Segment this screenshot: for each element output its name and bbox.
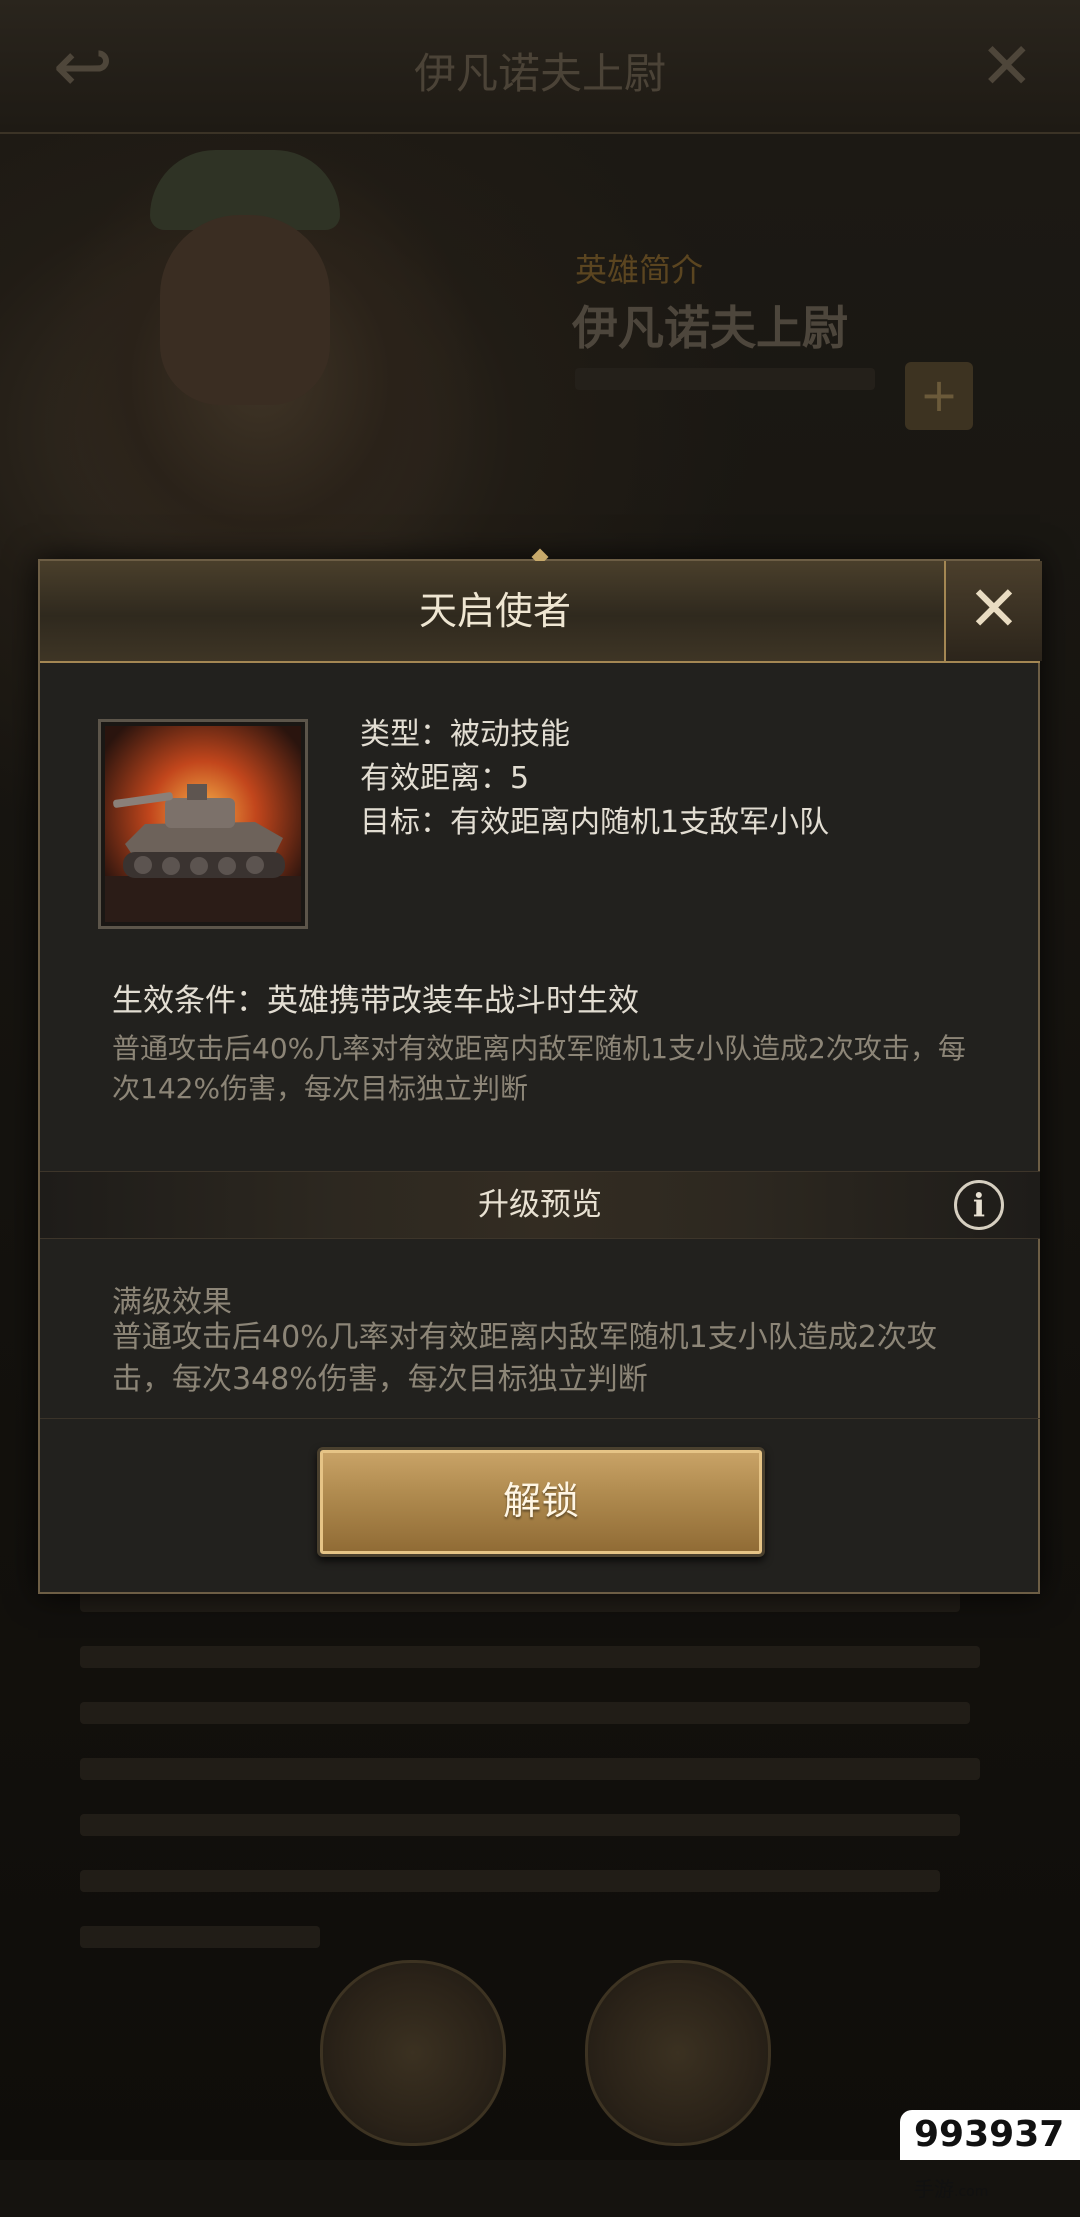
watermark-domain: .com [954,2184,989,2200]
close-icon[interactable]: ✕ [944,561,1042,661]
max-level-description: 普通攻击后40%几率对有效距离内敌军随机1支小队造成2次攻击，每次348%伤害，… [112,1320,937,1397]
skill-dialog: 天启使者 ✕ 类型：被动技能 有效距离：5 目标：有效距离内随机1支敌军小队 生… [38,548,1042,1594]
watermark-number: 993937 [914,2114,1065,2155]
skill-target: 目标：有效距离内随机1支敌军小队 [360,805,830,840]
background-close-icon: ✕ [980,30,1034,104]
skill-description: 普通攻击后40%几率对有效距离内敌军随机1支小队造成2次攻击，每次142%伤害，… [112,1032,966,1105]
background-title: 伊凡诺夫上尉 [413,49,666,98]
dialog-header: 天启使者 ✕ [40,561,1042,663]
back-icon: ↩ [52,24,114,108]
hero-name: 伊凡诺夫上尉 [572,301,848,355]
watermark-suffix: 手游 [914,2177,954,2201]
hero-head [160,215,330,405]
skill-type: 类型：被动技能 [360,717,570,752]
skill-icon-tank [98,719,308,929]
background-top-bar: ↩ 伊凡诺夫上尉 ✕ [0,0,1080,134]
background-vehicle-button [585,1960,771,2146]
skill-condition: 生效条件：英雄携带改装车战斗时生效 [112,983,639,1019]
watermark-logo: 993937 手游.com [900,2110,1080,2201]
hero-bio-blurred [80,1590,980,1982]
hero-intro-label: 英雄简介 [575,251,704,289]
upgrade-preview-bar: 升级预览 i [40,1171,1040,1239]
info-icon[interactable]: i [954,1180,1004,1230]
dialog-title: 天启使者 [418,589,571,633]
plus-icon: + [905,362,973,430]
max-level-label: 满级效果 [112,1285,232,1320]
skill-range: 有效距离：5 [360,761,530,796]
upgrade-preview-title: 升级预览 [478,1187,602,1223]
skill-info: 类型：被动技能 有效距离：5 目标：有效距离内随机1支敌军小队 [360,713,829,845]
unlock-button[interactable]: 解锁 [317,1447,765,1557]
hero-star-bar [575,368,875,390]
background-rank-button [320,1960,506,2146]
tank-image [105,726,301,922]
divider [40,1418,1040,1419]
